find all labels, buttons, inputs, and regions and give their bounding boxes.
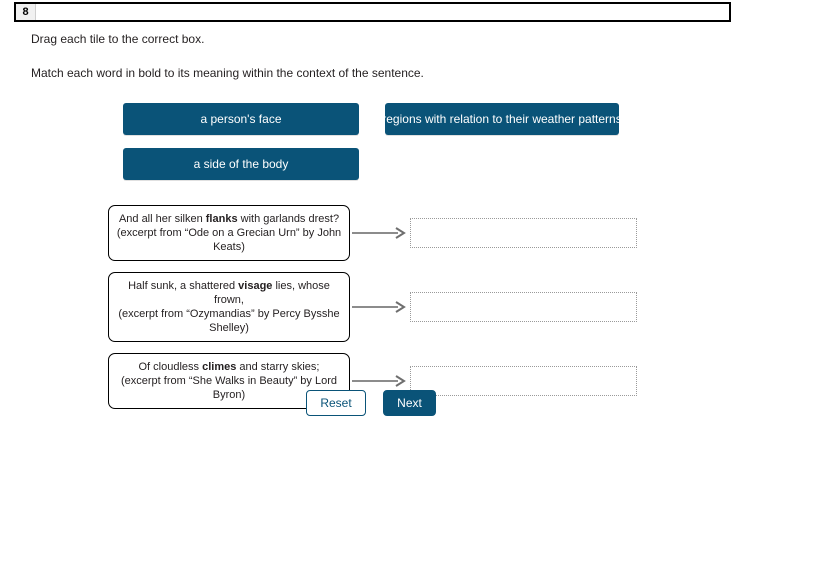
- next-button[interactable]: Next: [383, 390, 436, 416]
- sentence-post-2: and starry skies;: [236, 361, 320, 373]
- dropzone-0[interactable]: [410, 218, 637, 248]
- instruction-line-1: Drag each tile to the correct box.: [31, 32, 205, 46]
- arrow-icon-2: [350, 374, 410, 388]
- match-row-0: And all her silken flanks with garlands …: [108, 205, 708, 261]
- sentence-pre-0: And all her silken: [118, 213, 206, 225]
- sentence-bold-1: visage: [238, 280, 273, 292]
- sentence-post-0: with garlands drest?: [237, 213, 340, 225]
- instruction-line-2: Match each word in bold to its meaning w…: [31, 66, 424, 80]
- sentence-pre-2: Of cloudless: [138, 361, 203, 373]
- tile-2[interactable]: a side of the body: [123, 148, 359, 180]
- arrow-icon-1: [350, 300, 410, 314]
- sentence-bold-2: climes: [202, 361, 237, 373]
- dropzone-1[interactable]: [410, 292, 637, 322]
- sentence-source-2: (excerpt from “She Walks in Beauty” by L…: [120, 375, 337, 401]
- match-area: And all her silken flanks with garlands …: [108, 205, 708, 420]
- tile-row-2: a side of the body: [123, 148, 683, 180]
- sentence-card-1: Half sunk, a shattered visage lies, whos…: [108, 272, 350, 342]
- question-bar-blank: [36, 4, 729, 20]
- reset-button[interactable]: Reset: [306, 390, 366, 416]
- tile-row-1: a person's face regions with relation to…: [123, 103, 683, 135]
- sentence-card-0: And all her silken flanks with garlands …: [108, 205, 350, 261]
- button-bar: Reset Next: [306, 390, 436, 416]
- tile-bank: a person's face regions with relation to…: [123, 103, 683, 193]
- sentence-source-0: (excerpt from “Ode on a Grecian Urn” by …: [116, 227, 342, 253]
- question-number: 8: [16, 4, 36, 20]
- instructions: Drag each tile to the correct box. Match…: [31, 31, 731, 99]
- sentence-bold-0: flanks: [205, 213, 238, 225]
- arrow-icon-0: [350, 226, 410, 240]
- match-row-1: Half sunk, a shattered visage lies, whos…: [108, 272, 708, 342]
- dropzone-2[interactable]: [410, 366, 637, 396]
- sentence-pre-1: Half sunk, a shattered: [128, 280, 239, 292]
- tile-0[interactable]: a person's face: [123, 103, 359, 135]
- sentence-source-1: (excerpt from “Ozymandias” by Percy Byss…: [118, 308, 340, 334]
- question-bar: 8: [14, 2, 731, 22]
- tile-1[interactable]: regions with relation to their weather p…: [382, 103, 622, 135]
